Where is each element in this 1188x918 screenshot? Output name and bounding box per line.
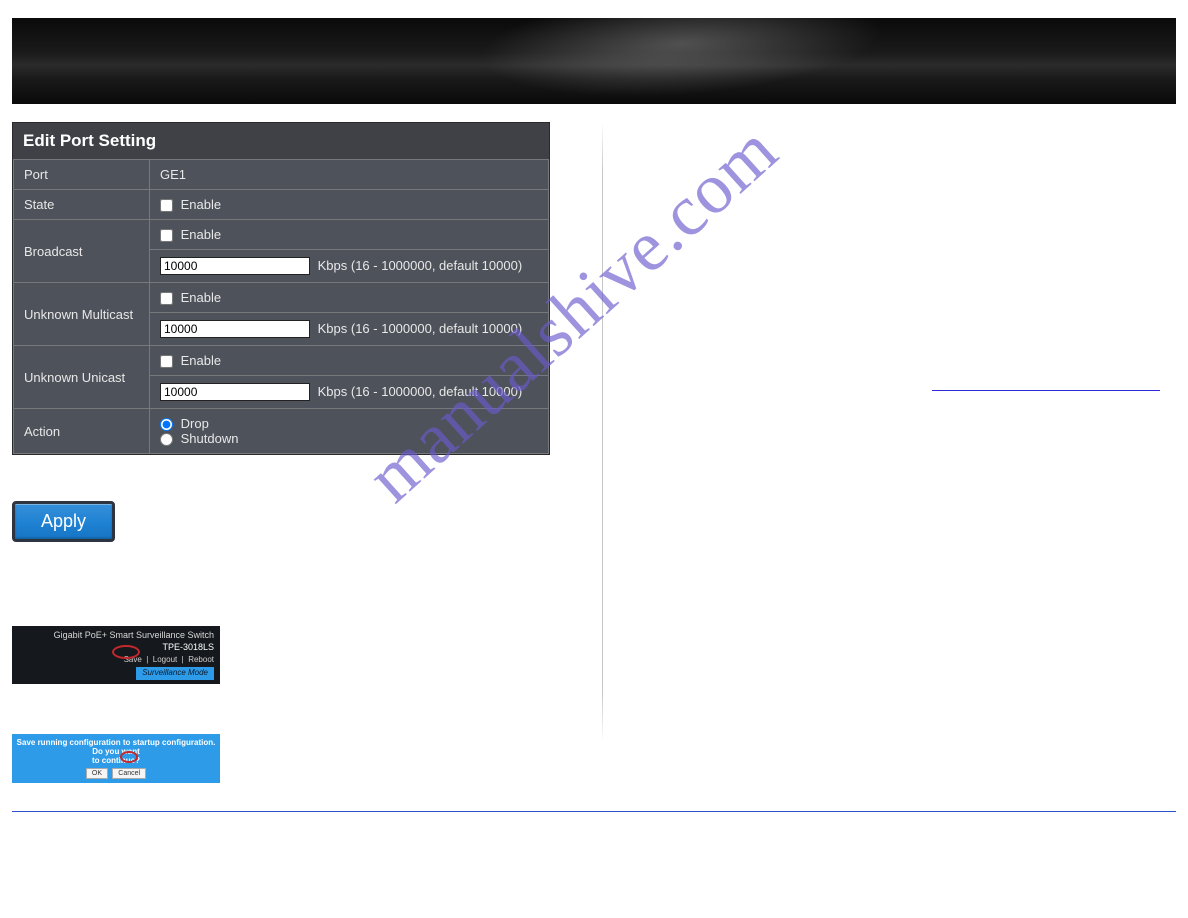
unicast-rate-input[interactable] [160,383,310,401]
settings-table: Port GE1 State Enable Broadcast [13,159,549,454]
broadcast-kbps-hint: Kbps (16 - 1000000, default 10000) [318,258,523,273]
cancel-button[interactable]: Cancel [112,768,146,779]
action-shutdown-label: Shutdown [181,431,239,446]
device-desc: Gigabit PoE+ Smart Surveillance Switch [54,630,214,640]
surveillance-mode-badge[interactable]: Surveillance Mode [136,667,214,679]
multicast-enable-checkbox[interactable] [160,292,173,305]
port-value: GE1 [150,160,549,190]
state-enable-label: Enable [181,197,221,212]
ok-button[interactable]: OK [86,768,108,779]
apply-button[interactable]: Apply [12,501,115,542]
vertical-divider [602,122,603,742]
action-label: Action [14,409,150,454]
state-enable-control[interactable]: Enable [160,197,221,212]
panel-title: Edit Port Setting [13,123,549,159]
broadcast-rate-input[interactable] [160,257,310,275]
confirm-msg-line1: Save running configuration to startup co… [16,738,216,756]
row-action: Action Drop Shutdown [14,409,549,454]
confirm-msg-line2: to continue? [16,756,216,765]
port-label: Port [14,160,150,190]
multicast-enable-control[interactable]: Enable [160,290,221,305]
unicast-enable-label: Enable [181,353,221,368]
unknown-multicast-label: Unknown Multicast [14,283,150,346]
edit-port-setting-panel: Edit Port Setting Port GE1 State Enable [12,122,550,455]
multicast-kbps-hint: Kbps (16 - 1000000, default 10000) [318,321,523,336]
state-enable-checkbox[interactable] [160,199,173,212]
unicast-kbps-hint: Kbps (16 - 1000000, default 10000) [318,384,523,399]
broadcast-enable-checkbox[interactable] [160,229,173,242]
device-header-thumbnail: Gigabit PoE+ Smart Surveillance Switch T… [12,626,220,683]
highlight-circle-icon [120,751,138,763]
row-port: Port GE1 [14,160,549,190]
reboot-link[interactable]: Reboot [188,655,214,664]
save-confirm-thumbnail: Save running configuration to startup co… [12,734,220,783]
broadcast-label: Broadcast [14,220,150,283]
state-label: State [14,190,150,220]
broadcast-enable-label: Enable [181,227,221,242]
row-broadcast-enable: Broadcast Enable [14,220,549,250]
broadcast-enable-control[interactable]: Enable [160,227,221,242]
action-drop-control[interactable]: Drop [160,416,209,431]
action-shutdown-control[interactable]: Shutdown [160,431,238,446]
unicast-enable-checkbox[interactable] [160,355,173,368]
action-shutdown-radio[interactable] [160,433,173,446]
unknown-unicast-label: Unknown Unicast [14,346,150,409]
row-unicast-enable: Unknown Unicast Enable [14,346,549,376]
row-multicast-enable: Unknown Multicast Enable [14,283,549,313]
row-state: State Enable [14,190,549,220]
multicast-enable-label: Enable [181,290,221,305]
multicast-rate-input[interactable] [160,320,310,338]
action-drop-label: Drop [181,416,209,431]
unicast-enable-control[interactable]: Enable [160,353,221,368]
header-banner [12,18,1176,104]
logout-link[interactable]: Logout [153,655,177,664]
action-drop-radio[interactable] [160,418,173,431]
link-underline[interactable] [932,390,1160,391]
